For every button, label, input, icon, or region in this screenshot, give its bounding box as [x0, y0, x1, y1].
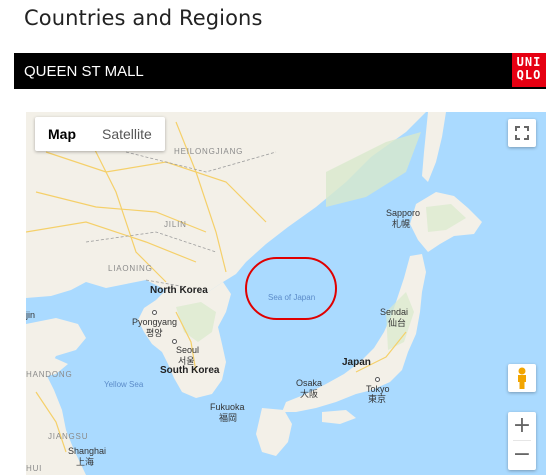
label-south-korea: South Korea [160, 365, 220, 376]
pegman-icon [518, 367, 526, 389]
logo-line-2: QLO [516, 68, 542, 82]
label-tokyo-local: 東京 [368, 394, 387, 404]
zoom-control: + − [508, 412, 536, 470]
uniqlo-logo: UNI QLO [512, 53, 546, 87]
label-sapporo-local: 札幌 [392, 219, 411, 229]
store-name: QUEEN ST MALL [24, 63, 144, 80]
map-type-control: Map Satellite [35, 117, 165, 151]
label-heilongjiang: HEILONGJIANG [174, 147, 244, 156]
zoom-out-button[interactable]: − [508, 441, 536, 469]
kyushu-island [256, 408, 292, 456]
label-tianjin: jin [26, 310, 36, 320]
shikoku-island [322, 410, 356, 424]
zoom-in-button[interactable]: + [508, 412, 536, 440]
label-jiangsu: JIANGSU [48, 432, 89, 441]
city-marker-tokyo [375, 377, 380, 382]
label-yellow-sea: Yellow Sea [104, 380, 144, 389]
street-view-pegman-button[interactable] [508, 364, 536, 392]
label-osaka-local: 大阪 [300, 389, 319, 399]
label-pyongyang-local: 평양 [146, 328, 163, 338]
label-hui: HUI [26, 464, 43, 473]
korean-peninsula [138, 282, 231, 398]
fullscreen-icon [515, 126, 529, 140]
map-type-satellite-button[interactable]: Satellite [89, 117, 165, 151]
page-title: Countries and Regions [24, 6, 263, 30]
label-japan: Japan [342, 357, 371, 368]
map-type-map-button[interactable]: Map [35, 117, 89, 151]
label-jilin: JILIN [164, 220, 187, 229]
city-marker-pyongyang [152, 310, 157, 315]
store-header-bar: QUEEN ST MALL UNI QLO [14, 53, 546, 89]
highlight-circle [245, 257, 337, 320]
map-view[interactable]: HEILONGJIANG JILIN LIAONING North Korea … [26, 112, 546, 475]
city-marker-seoul [172, 339, 177, 344]
label-shandong: HANDONG [26, 370, 73, 379]
label-fukuoka-local: 福岡 [219, 413, 238, 423]
label-liaoning: LIAONING [108, 264, 153, 273]
label-sendai-local: 仙台 [388, 318, 407, 328]
label-north-korea: North Korea [150, 285, 208, 296]
fullscreen-button[interactable] [508, 119, 536, 147]
label-shanghai-local: 上海 [76, 457, 95, 467]
sakhalin-island [422, 112, 446, 182]
